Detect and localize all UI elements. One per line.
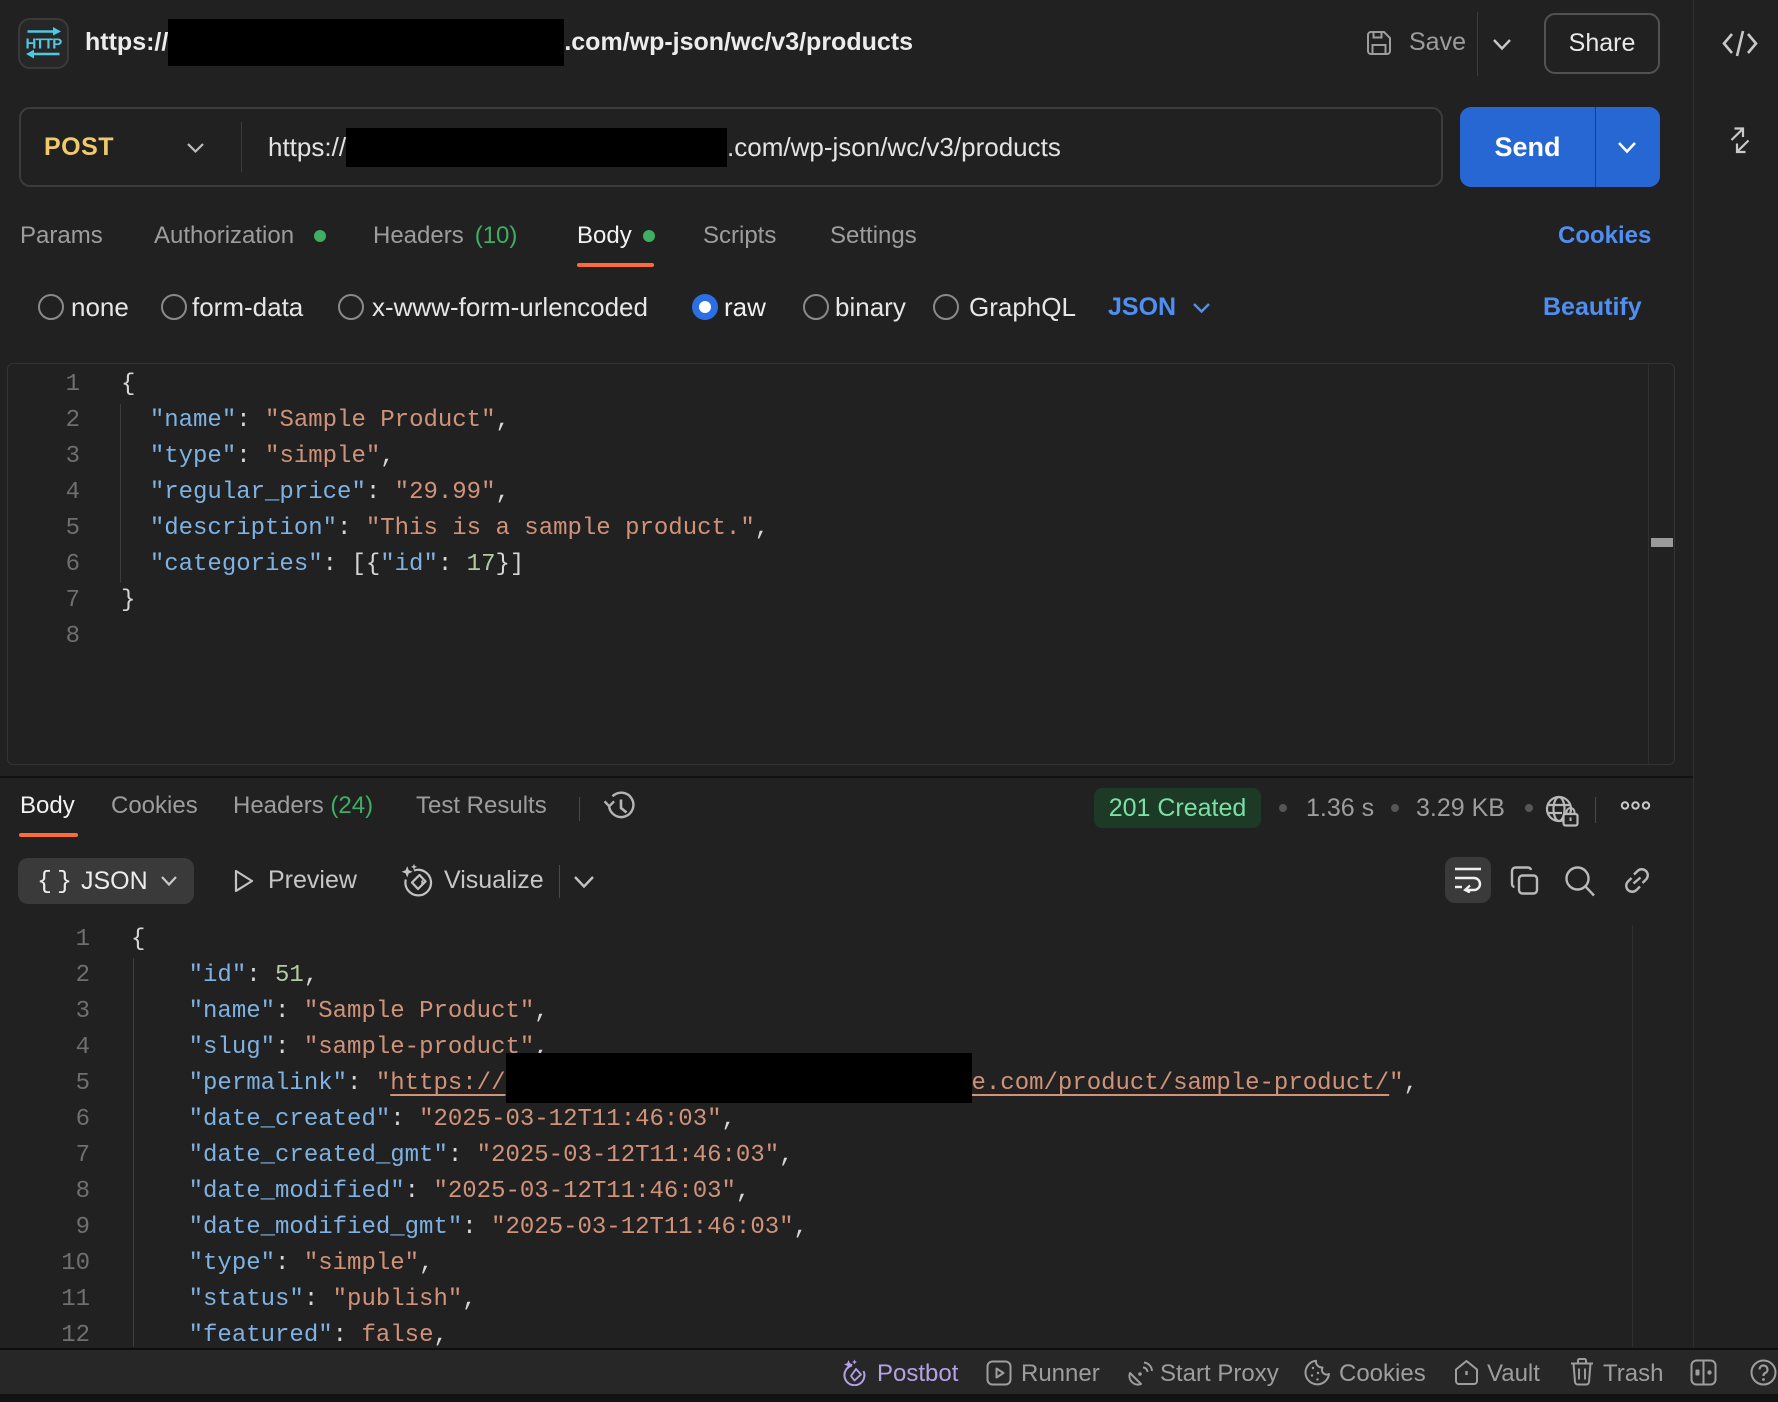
svg-text:HTTP: HTTP <box>26 36 63 53</box>
